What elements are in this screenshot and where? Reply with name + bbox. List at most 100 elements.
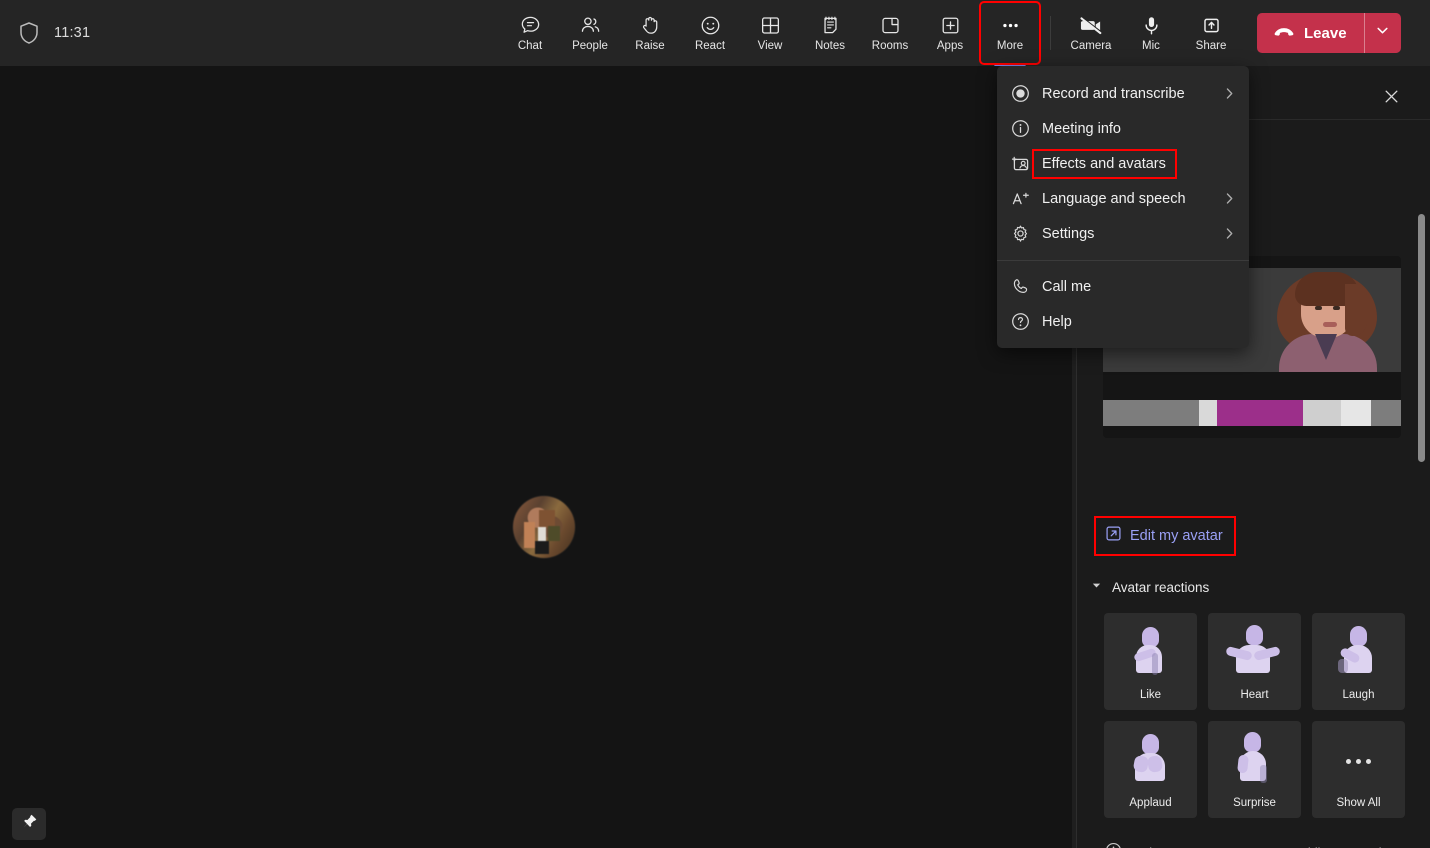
leave-button-label: Leave (1304, 24, 1347, 42)
people-icon (579, 14, 602, 37)
reaction-label: Show All (1336, 797, 1381, 809)
avatar-applaud-figure (1104, 729, 1197, 793)
info-circle-icon (1011, 119, 1037, 138)
toolbar-label: Mic (1142, 39, 1160, 52)
chevron-right-icon (1222, 226, 1237, 241)
toolbar-button-more[interactable]: More (979, 1, 1041, 68)
avatar-reactions-label: Avatar reactions (1112, 579, 1210, 595)
toolbar-actions: Chat People Raise React View Notes Rooms… (500, 0, 1241, 68)
toolbar-button-rooms[interactable]: Rooms (860, 2, 920, 64)
toolbar-button-share[interactable]: Share (1181, 2, 1241, 64)
camera-off-icon (1079, 14, 1104, 37)
external-link-icon (1105, 525, 1122, 547)
reaction-tile-heart[interactable]: Heart (1208, 613, 1301, 710)
reaction-tile-surprise[interactable]: Surprise (1208, 721, 1301, 818)
leave-options-button[interactable] (1365, 13, 1401, 53)
more-options-menu: Record and transcribe Meeting info Effec… (997, 66, 1249, 348)
menu-item-help[interactable]: Help (997, 304, 1249, 339)
leave-button[interactable]: Leave (1257, 13, 1364, 53)
panel-close-button[interactable] (1378, 86, 1404, 112)
help-circle-icon (1011, 312, 1037, 331)
menu-item-label: Call me (1042, 278, 1092, 295)
avatar-surprise-figure (1208, 729, 1301, 793)
meeting-toolbar: 11:31 Chat People Raise React View Notes… (0, 0, 1430, 68)
toolbar-label: View (757, 39, 783, 52)
toolbar-button-chat[interactable]: Chat (500, 2, 560, 64)
reaction-label: Laugh (1342, 689, 1375, 701)
chevron-down-icon (1375, 23, 1390, 43)
hangup-phone-icon (1273, 23, 1295, 43)
menu-item-language-and-speech[interactable]: Language and speech (997, 181, 1249, 216)
edit-my-avatar-link[interactable]: Edit my avatar (1094, 516, 1236, 556)
toolbar-button-mic[interactable]: Mic (1121, 2, 1181, 64)
smiley-react-icon (699, 14, 722, 37)
toolbar-label: Chat (517, 39, 543, 52)
reaction-label: Heart (1240, 689, 1269, 701)
chat-icon (519, 14, 542, 37)
phone-icon (1011, 277, 1037, 296)
menu-item-label: Settings (1042, 225, 1095, 242)
toolbar-button-view[interactable]: View (740, 2, 800, 64)
pin-button[interactable] (12, 808, 46, 840)
reaction-tile-applaud[interactable]: Applaud (1104, 721, 1197, 818)
toolbar-label: Raise (635, 39, 665, 52)
toolbar-label: Share (1195, 39, 1227, 52)
grid-view-icon (759, 14, 782, 37)
menu-item-effects-and-avatars[interactable]: Effects and avatars (997, 146, 1249, 181)
meeting-clock: 11:31 (54, 25, 91, 41)
language-icon (1011, 189, 1037, 208)
toolbar-label: Apps (936, 39, 964, 52)
toolbar-label: People (572, 39, 608, 52)
toolbar-button-notes[interactable]: Notes (800, 2, 860, 64)
avatar-figure (1271, 268, 1383, 372)
toolbar-button-people[interactable]: People (560, 2, 620, 64)
toolbar-divider (1050, 16, 1051, 50)
toolbar-label: Rooms (871, 39, 909, 52)
close-icon (1382, 87, 1401, 111)
shield-icon (18, 21, 40, 45)
menu-divider (997, 260, 1249, 261)
reaction-tile-laugh[interactable]: Laugh (1312, 613, 1405, 710)
panel-scrollbar[interactable] (1418, 214, 1425, 462)
edit-my-avatar-label: Edit my avatar (1130, 528, 1223, 544)
toolbar-left-group: 11:31 (0, 21, 500, 45)
reaction-tile-show-all[interactable]: Show All (1312, 721, 1405, 818)
toolbar-label: Notes (814, 39, 846, 52)
avatar-carousel-strip (1103, 400, 1401, 426)
avatar-reactions-section-header[interactable]: Avatar reactions (1091, 578, 1209, 596)
preview-notice: Others won't see your avatar while you p… (1105, 842, 1416, 848)
menu-item-label: Meeting info (1042, 120, 1121, 137)
chevron-down-small-icon (1091, 578, 1102, 596)
toolbar-right-group: Leave (1241, 0, 1423, 66)
ellipsis-icon (1312, 729, 1405, 793)
avatar-heart-figure (1208, 621, 1301, 685)
menu-item-label: Record and transcribe (1042, 85, 1185, 102)
menu-item-record-and-transcribe[interactable]: Record and transcribe (997, 76, 1249, 111)
toolbar-button-camera[interactable]: Camera (1061, 2, 1121, 64)
teams-meeting-window: 11:31 Chat People Raise React View Notes… (0, 0, 1430, 848)
participant-avatar (513, 496, 575, 558)
toolbar-label: Camera (1070, 39, 1112, 52)
chevron-right-icon (1222, 191, 1237, 206)
breakout-rooms-icon (879, 14, 902, 37)
raise-hand-icon (639, 14, 662, 37)
leave-control-group: Leave (1257, 13, 1401, 53)
toolbar-button-react[interactable]: React (680, 2, 740, 64)
info-circle-icon (1105, 842, 1122, 848)
apps-plus-icon (939, 14, 962, 37)
menu-item-settings[interactable]: Settings (997, 216, 1249, 251)
reaction-label: Surprise (1233, 797, 1276, 809)
avatar-reactions-grid: Like Heart Laugh Applaud Surprise Show A… (1104, 613, 1405, 818)
record-circle-icon (1011, 84, 1037, 103)
pin-icon (21, 813, 38, 835)
avatar-like-figure (1104, 621, 1197, 685)
toolbar-button-raise[interactable]: Raise (620, 2, 680, 64)
microphone-icon (1140, 14, 1163, 37)
reaction-label: Applaud (1129, 797, 1172, 809)
menu-item-label: Help (1042, 313, 1072, 330)
menu-item-meeting-info[interactable]: Meeting info (997, 111, 1249, 146)
toolbar-button-apps[interactable]: Apps (920, 2, 980, 64)
reaction-label: Like (1139, 689, 1162, 701)
reaction-tile-like[interactable]: Like (1104, 613, 1197, 710)
menu-item-call-me[interactable]: Call me (997, 269, 1249, 304)
